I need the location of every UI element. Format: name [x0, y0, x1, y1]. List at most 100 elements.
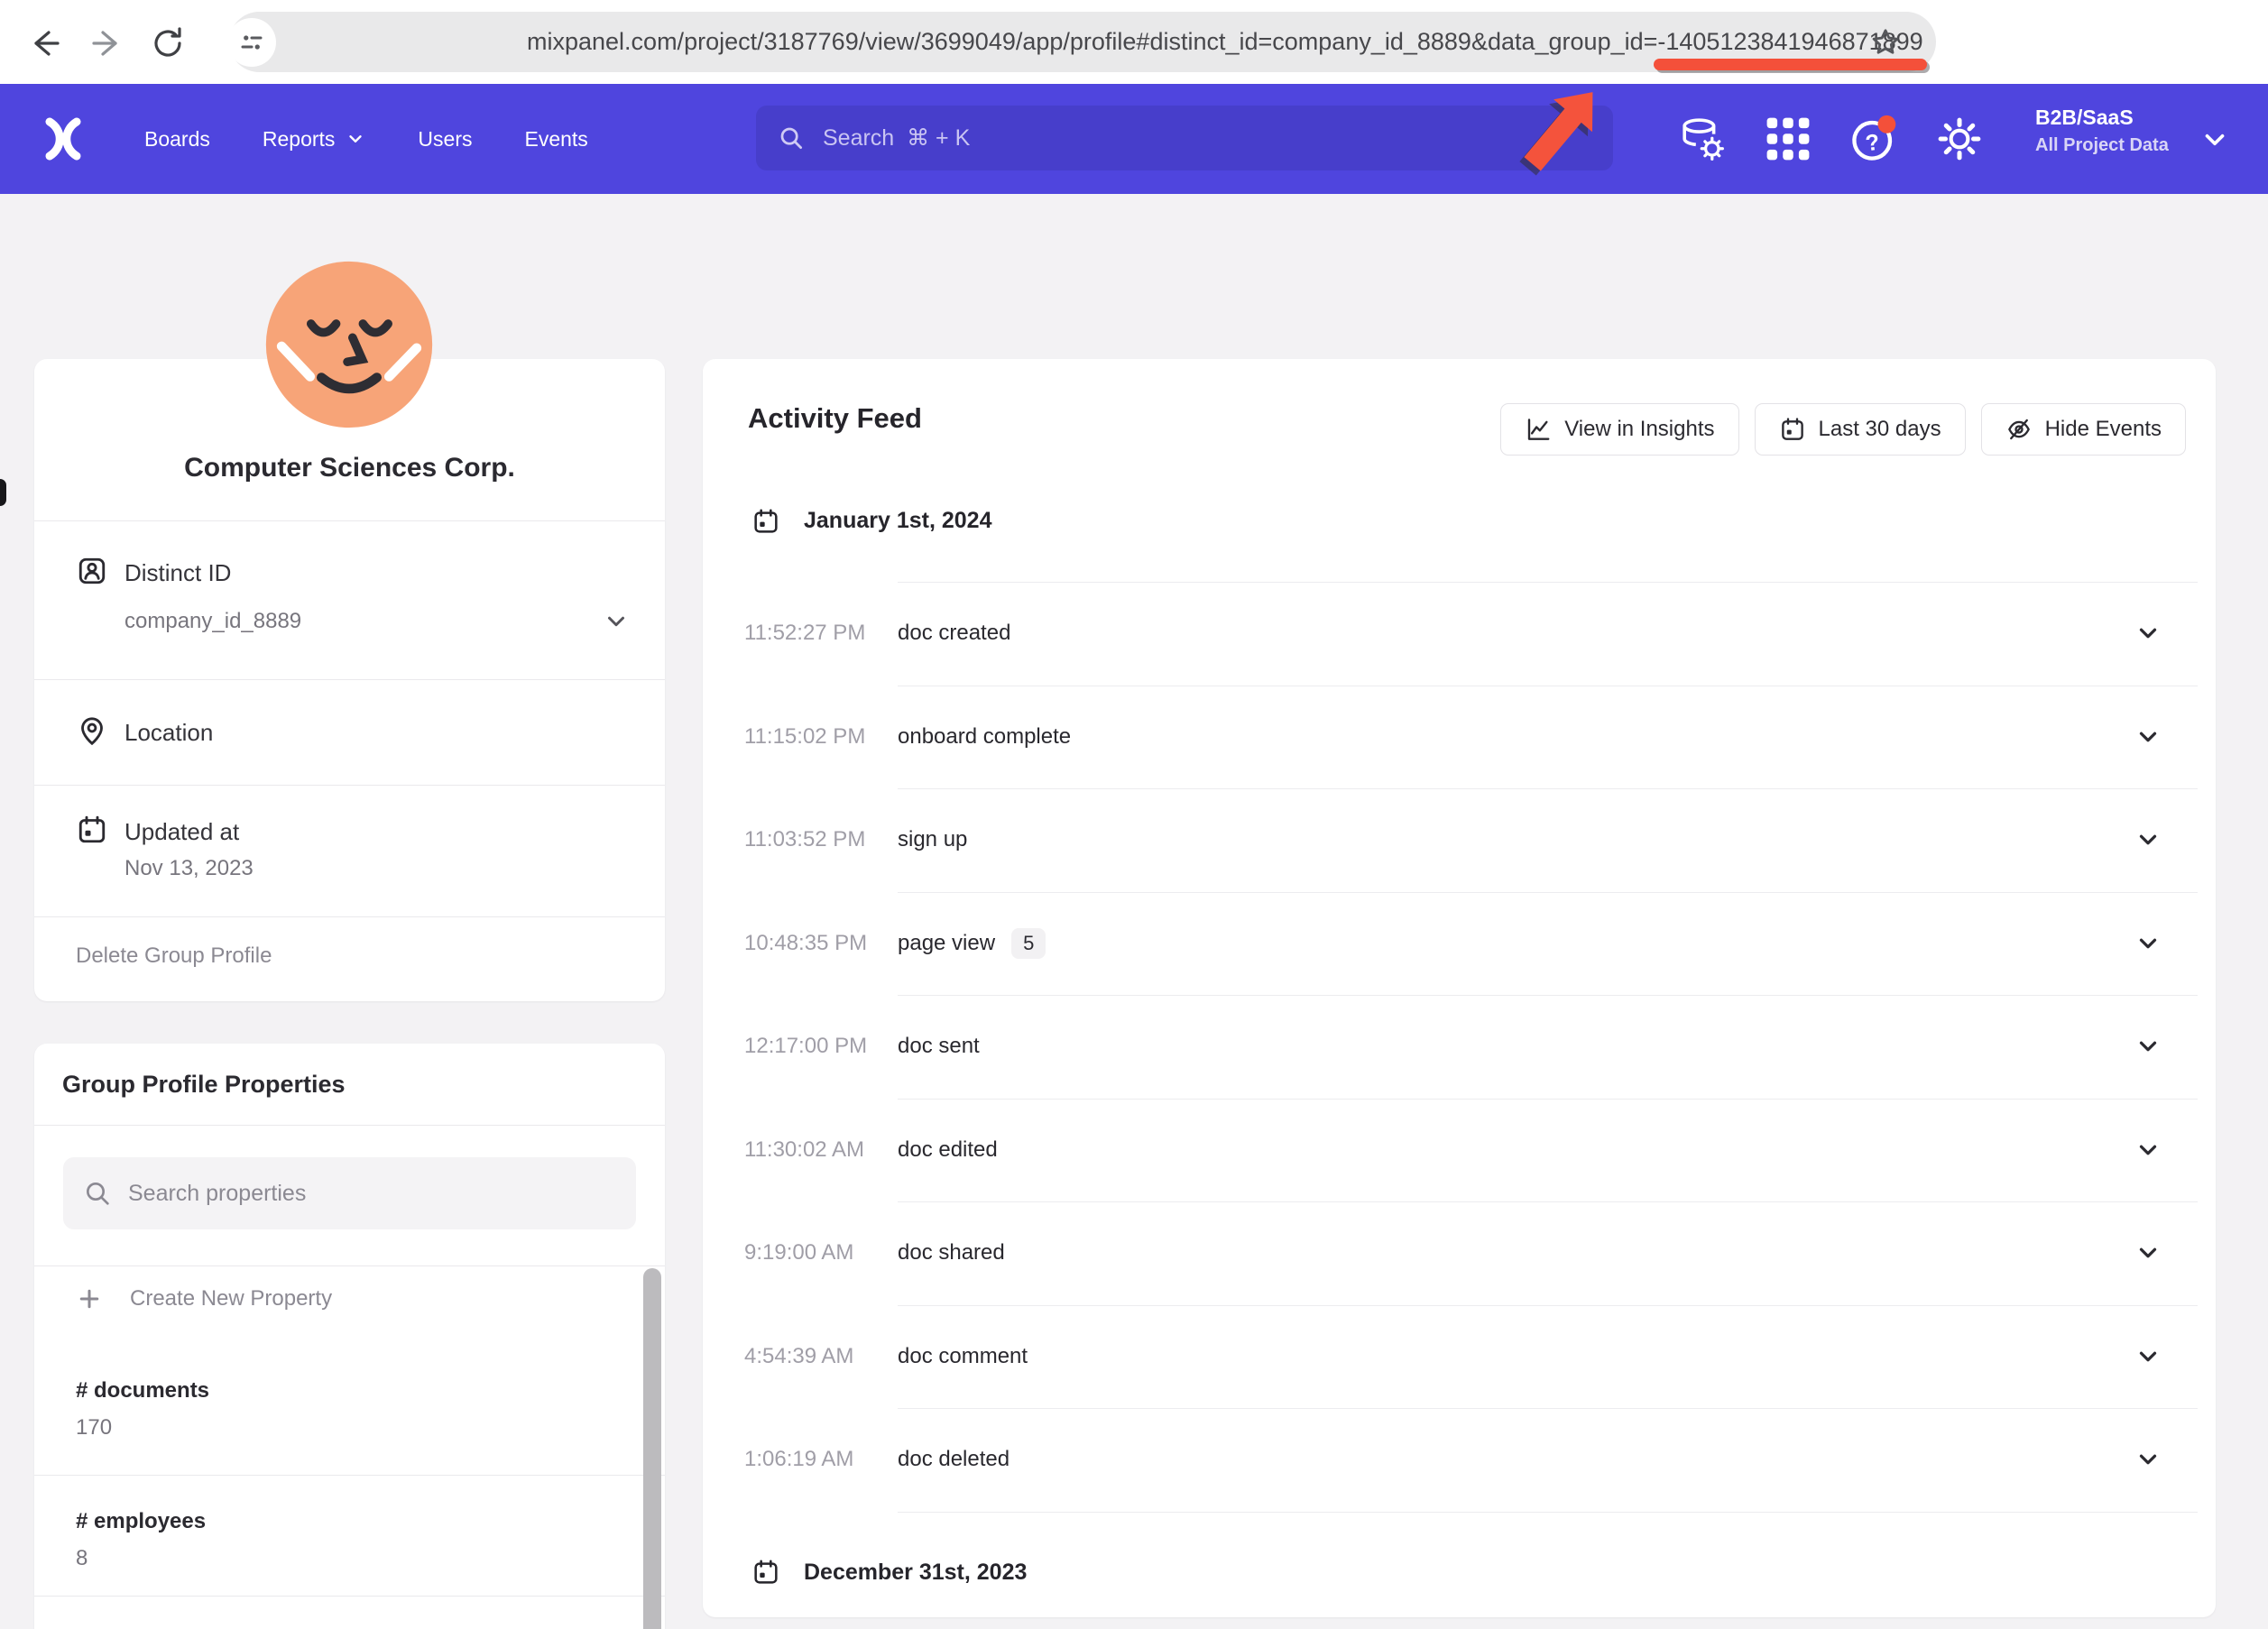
expand-event-button[interactable]: [2134, 723, 2162, 750]
event-row[interactable]: 9:19:00 AM doc shared: [744, 1201, 2201, 1305]
expand-event-button[interactable]: [2134, 826, 2162, 853]
forward-arrow-icon[interactable]: [88, 25, 124, 61]
url-bar[interactable]: mixpanel.com/project/3187769/view/369904…: [229, 12, 1936, 72]
event-name: doc shared: [898, 1240, 1005, 1265]
divider: [34, 1596, 665, 1597]
project-switcher[interactable]: B2B/SaaS All Project Data: [2035, 106, 2169, 156]
apps-grid-icon[interactable]: [1764, 115, 1812, 163]
divider: [34, 679, 665, 680]
location-pin-icon: [76, 714, 108, 747]
chevron-down-icon: [2134, 826, 2162, 853]
event-row[interactable]: 11:30:02 AM doc edited: [744, 1099, 2201, 1202]
view-in-insights-button[interactable]: View in Insights: [1500, 403, 1738, 456]
reload-icon[interactable]: [150, 25, 186, 61]
browser-chrome: mixpanel.com/project/3187769/view/369904…: [0, 0, 2268, 84]
properties-search[interactable]: [63, 1157, 636, 1229]
nav-item-events[interactable]: Events: [524, 127, 587, 152]
event-name: doc deleted: [898, 1447, 1010, 1472]
event-row[interactable]: 1:06:19 AM doc deleted: [744, 1408, 2201, 1512]
event-time: 11:15:02 PM: [744, 724, 865, 750]
event-row[interactable]: 11:15:02 PM onboard complete: [744, 686, 2201, 789]
field-value-distinct-id: company_id_8889: [124, 609, 301, 634]
nav-item-users[interactable]: Users: [418, 127, 472, 152]
event-name: doc comment: [898, 1344, 1028, 1369]
event-name: doc edited: [898, 1137, 998, 1163]
activity-feed-title: Activity Feed: [748, 402, 922, 435]
chevron-down-icon: [2134, 930, 2162, 957]
insights-chart-icon: [1525, 416, 1552, 443]
event-row[interactable]: 11:52:27 PM doc created: [744, 582, 2201, 686]
nav-item-boards[interactable]: Boards: [144, 127, 210, 152]
divider: [34, 520, 665, 521]
expand-event-button[interactable]: [2134, 930, 2162, 957]
chevron-down-icon[interactable]: [603, 608, 630, 635]
expand-event-button[interactable]: [2134, 1239, 2162, 1266]
url-text: mixpanel.com/project/3187769/view/369904…: [527, 28, 1657, 56]
nav-item-reports[interactable]: Reports: [263, 127, 366, 152]
group-profile-card: Computer Sciences Corp. Distinct ID comp…: [34, 359, 665, 1001]
activity-toolbar: View in Insights Last 30 days Hide Event…: [1500, 403, 2186, 456]
event-name-wrap: doc deleted: [898, 1447, 1010, 1472]
expand-event-button[interactable]: [2134, 620, 2162, 647]
expand-event-button[interactable]: [2134, 1343, 2162, 1370]
site-info-button[interactable]: [227, 18, 276, 67]
event-name: page view: [898, 931, 995, 956]
back-arrow-icon[interactable]: [27, 25, 63, 61]
company-avatar: [263, 258, 436, 431]
field-label-updated-at: Updated at: [124, 818, 239, 846]
create-new-property-button[interactable]: Create New Property: [76, 1285, 332, 1312]
event-name: doc sent: [898, 1034, 980, 1059]
nav-item-label: Events: [524, 127, 587, 152]
event-time: 11:30:02 AM: [744, 1137, 864, 1163]
delete-group-profile-button[interactable]: Delete Group Profile: [76, 943, 272, 969]
help-icon[interactable]: ?: [1849, 115, 1898, 163]
chevron-down-icon[interactable]: [2199, 124, 2230, 155]
calendar-icon: [76, 814, 108, 846]
event-time: 10:48:35 PM: [744, 931, 867, 956]
divider: [34, 1125, 665, 1126]
eye-off-icon: [2005, 416, 2033, 443]
feed-date-header: December 31st, 2023: [744, 1512, 2201, 1629]
divider: [34, 916, 665, 917]
top-navbar: Boards Reports Users Events: [0, 84, 2268, 194]
event-row[interactable]: 4:54:39 AM doc comment: [744, 1305, 2201, 1409]
event-count-badge: 5: [1011, 928, 1046, 959]
chevron-down-icon: [2134, 1343, 2162, 1370]
search-icon: [778, 124, 805, 152]
chevron-down-icon: [346, 129, 365, 149]
event-row[interactable]: 11:03:52 PM sign up: [744, 788, 2201, 892]
settings-gear-icon[interactable]: [1935, 115, 1984, 163]
chevron-down-icon: [2134, 1137, 2162, 1164]
event-row[interactable]: 10:48:35 PM page view 5: [744, 892, 2201, 996]
event-row[interactable]: 12:17:00 PM doc sent: [744, 995, 2201, 1099]
event-name-wrap: doc sent: [898, 1034, 980, 1059]
expand-event-button[interactable]: [2134, 1137, 2162, 1164]
notification-dot: [1878, 115, 1896, 133]
date-range-button[interactable]: Last 30 days: [1755, 403, 1966, 456]
data-management-icon[interactable]: [1678, 115, 1727, 163]
event-time: 11:52:27 PM: [744, 621, 865, 646]
hide-events-button[interactable]: Hide Events: [1981, 403, 2186, 456]
project-scope: All Project Data: [2035, 135, 2169, 156]
calendar-icon: [1779, 416, 1806, 443]
left-edge-marker: [0, 479, 6, 506]
expand-event-button[interactable]: [2134, 1033, 2162, 1060]
bookmark-star-icon[interactable]: [1869, 26, 1902, 59]
date-header-label: January 1st, 2024: [804, 508, 991, 534]
property-value: 170: [76, 1415, 112, 1440]
divider: [34, 1265, 665, 1266]
date-header-label: December 31st, 2023: [804, 1560, 1027, 1586]
search-input[interactable]: [823, 125, 1591, 152]
chevron-down-icon: [2134, 723, 2162, 750]
chevron-down-icon: [2134, 1446, 2162, 1473]
feed-date-header: January 1st, 2024: [744, 460, 2201, 582]
properties-scrollbar[interactable]: [643, 1268, 661, 1629]
event-time: 12:17:00 PM: [744, 1034, 867, 1059]
global-search[interactable]: [756, 106, 1613, 170]
mixpanel-logo-icon[interactable]: [38, 112, 88, 166]
properties-search-input[interactable]: [128, 1181, 616, 1207]
site-info-icon: [238, 29, 265, 56]
group-profile-properties-card: Group Profile Properties Create New Prop…: [34, 1044, 665, 1629]
calendar-icon: [751, 507, 780, 536]
expand-event-button[interactable]: [2134, 1446, 2162, 1473]
